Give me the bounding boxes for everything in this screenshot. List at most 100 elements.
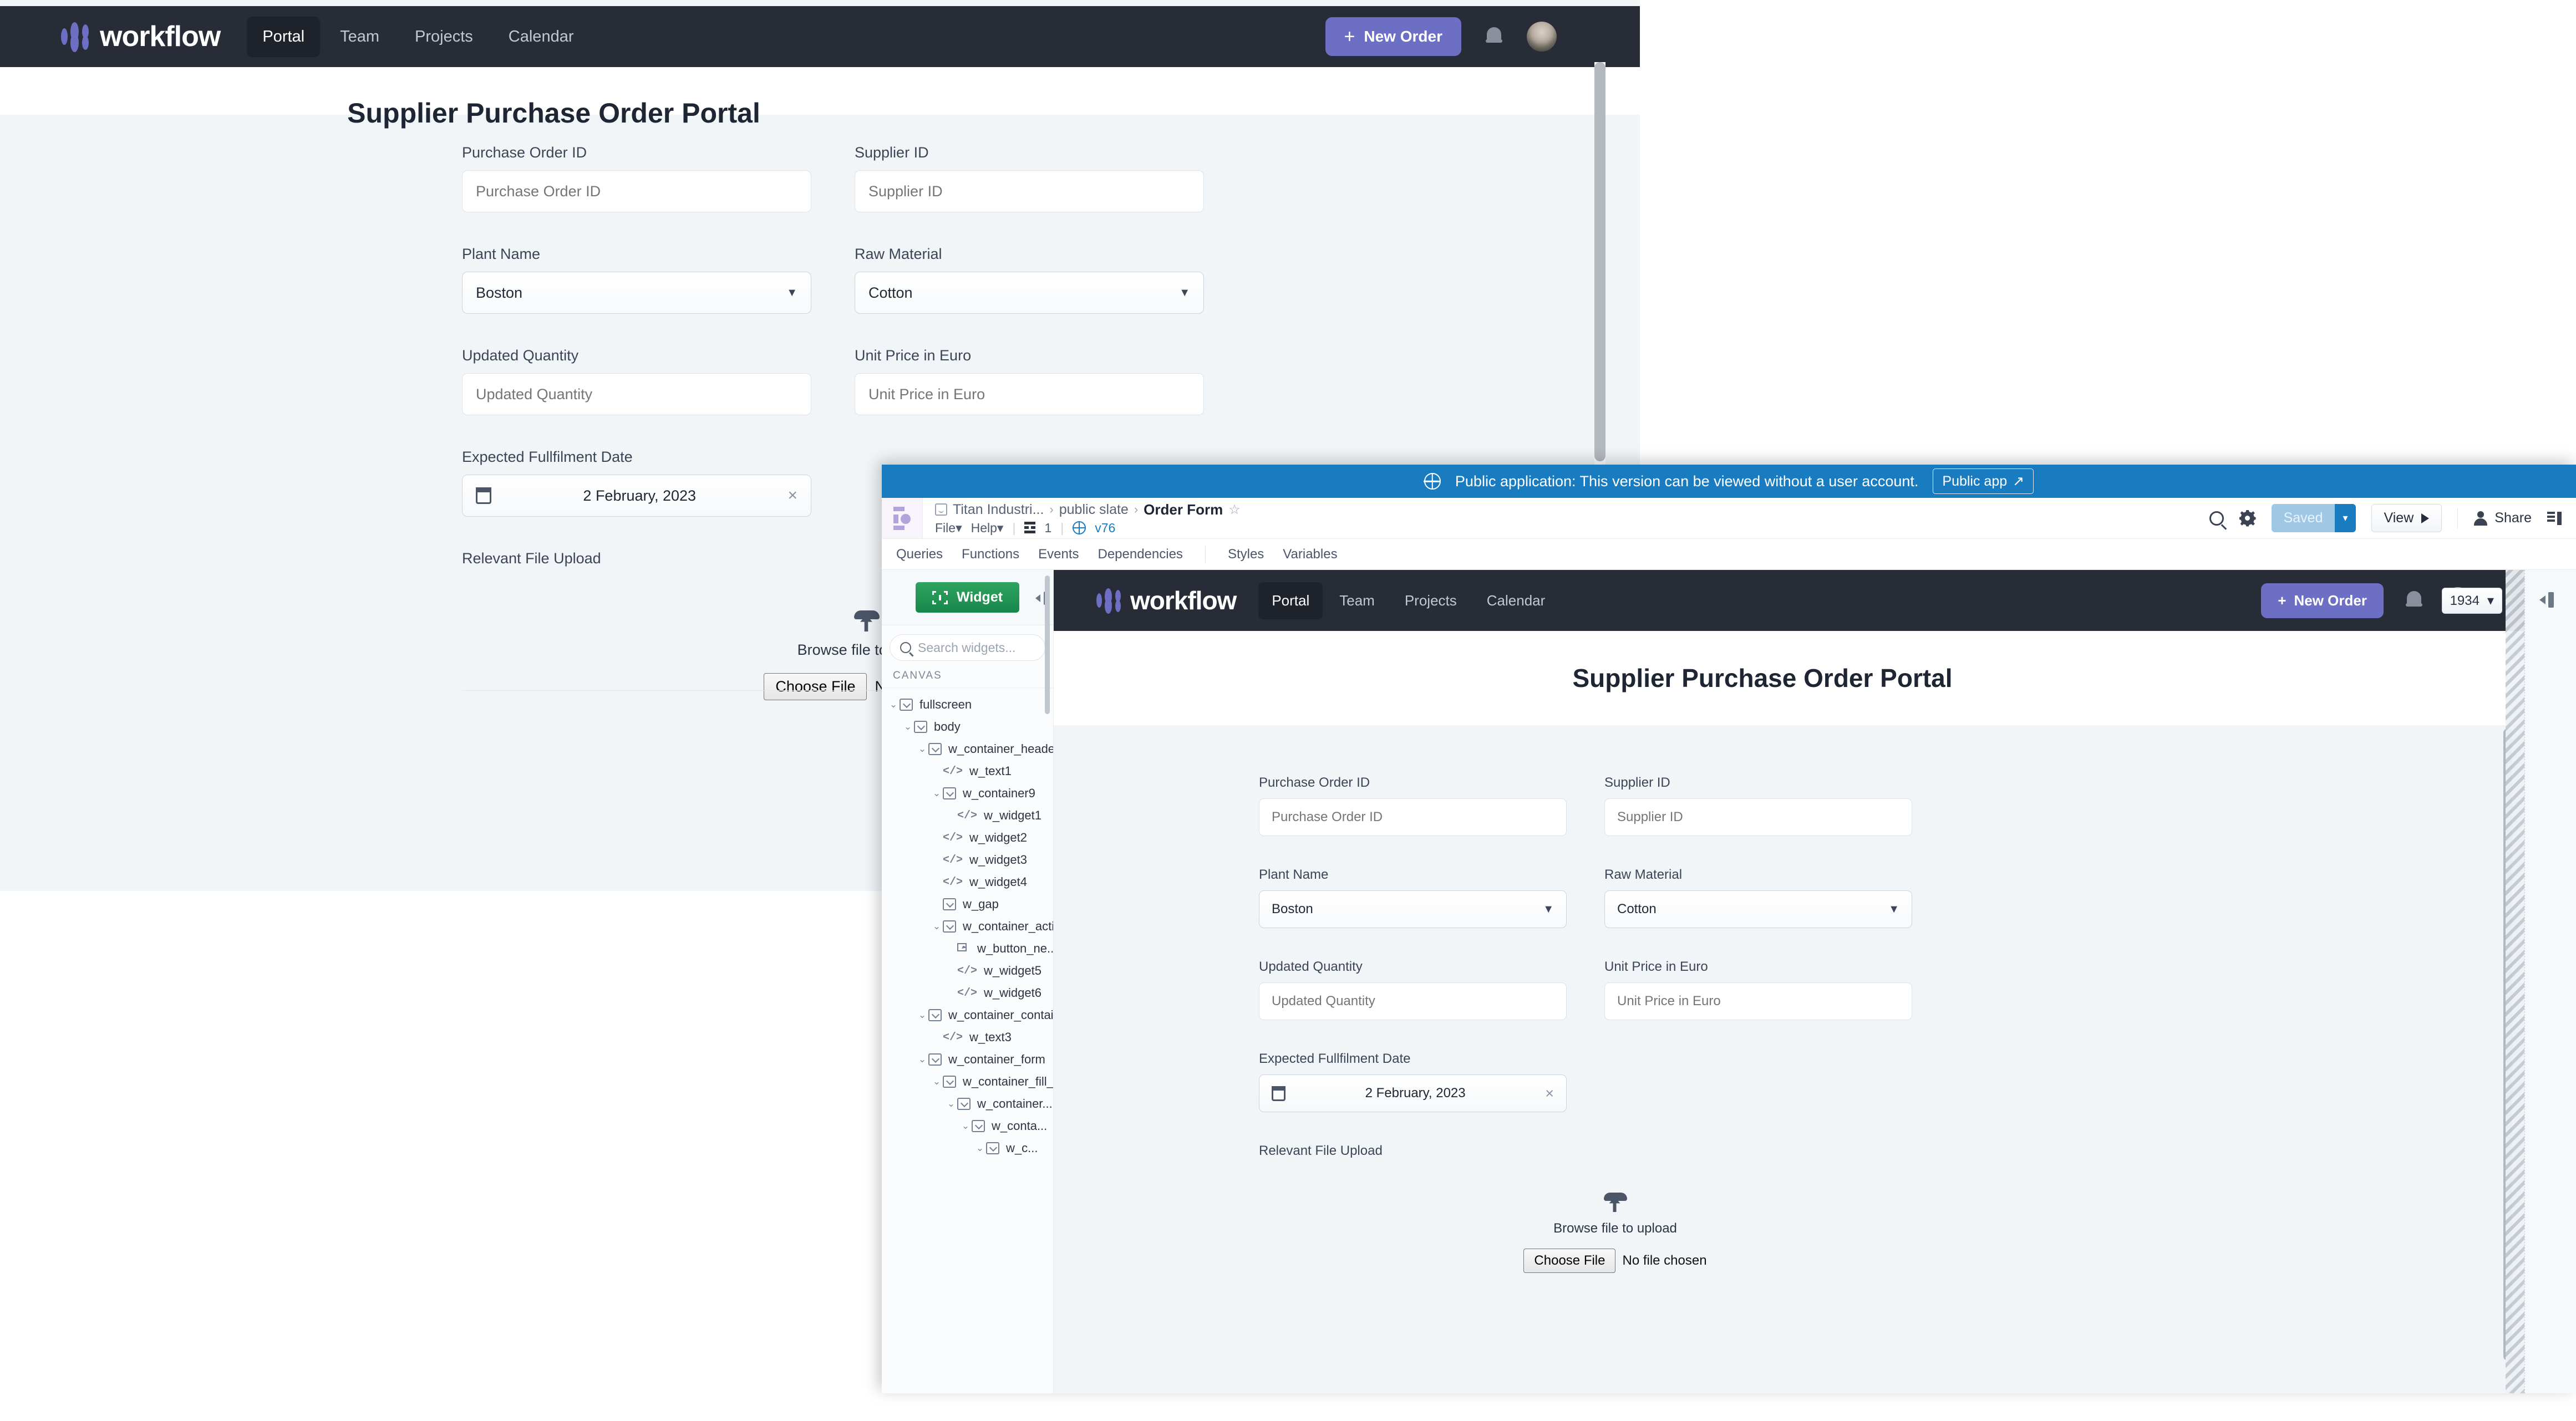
chevron-down-icon[interactable]: ⌄ xyxy=(887,699,900,710)
select-plant-name[interactable]: Boston ▼ xyxy=(462,272,811,314)
widget-tree-node[interactable]: ⌄ w_container9 xyxy=(882,782,1053,804)
container-icon xyxy=(928,743,942,755)
nav-link-calendar[interactable]: Calendar xyxy=(493,17,590,57)
add-widget-button[interactable]: Widget xyxy=(915,582,1020,613)
chevron-down-icon[interactable]: ⌄ xyxy=(916,743,928,755)
widget-tree-node[interactable]: ⌄ w_container... xyxy=(882,1093,1053,1115)
gear-icon[interactable] xyxy=(2239,510,2256,527)
tab-dependencies[interactable]: Dependencies xyxy=(1098,547,1182,562)
preview-select-raw-material[interactable]: Cotton ▼ xyxy=(1604,890,1912,928)
saved-dropdown-button[interactable]: ▾ xyxy=(2335,504,2356,532)
input-purchase-order-id[interactable] xyxy=(462,170,811,212)
breadcrumb-item-org[interactable]: Titan Industri... xyxy=(953,502,1044,518)
tab-variables[interactable]: Variables xyxy=(1283,547,1337,562)
canvas-resize-hatch[interactable] xyxy=(2506,570,2524,1393)
nav-link-projects[interactable]: Projects xyxy=(399,17,489,57)
notification-bell-icon[interactable] xyxy=(2405,589,2423,612)
app-logo-icon[interactable] xyxy=(882,498,923,538)
preview-date-picker[interactable]: 2 February, 2023 × xyxy=(1259,1074,1567,1112)
preview-input-unit-price[interactable] xyxy=(1604,982,1912,1020)
chevron-down-icon[interactable]: ⌄ xyxy=(931,921,943,932)
widget-tree-node[interactable]: ⌄ fullscreen xyxy=(882,694,1053,716)
tab-events[interactable]: Events xyxy=(1038,547,1079,562)
preview-input-updated-quantity[interactable] xyxy=(1259,982,1567,1020)
widget-tree-node[interactable]: ⌄</>w_widget1 xyxy=(882,804,1053,827)
menu-help[interactable]: Help▾ xyxy=(971,521,1004,536)
menu-file[interactable]: File▾ xyxy=(935,521,962,536)
preview-nav-link-portal[interactable]: Portal xyxy=(1258,582,1323,619)
toolbar-divider xyxy=(2457,508,2458,528)
chevron-down-icon[interactable]: ⌄ xyxy=(902,721,914,732)
tab-functions[interactable]: Functions xyxy=(962,547,1019,562)
zoom-level-selector[interactable]: 1934 ▾ xyxy=(2441,588,2502,614)
search-widgets-input[interactable]: Search widgets... xyxy=(890,634,1045,661)
search-icon[interactable] xyxy=(2209,511,2224,526)
label-expected-date: Expected Fullfilment Date xyxy=(462,449,633,465)
tab-queries[interactable]: Queries xyxy=(896,547,943,562)
preview-file-drop-zone[interactable]: Browse file to upload Choose File No fil… xyxy=(1259,1173,1972,1295)
breadcrumb-item-space[interactable]: public slate xyxy=(1059,502,1129,518)
user-avatar[interactable] xyxy=(1527,22,1557,52)
widget-tree-node[interactable]: ⌄</>w_widget2 xyxy=(882,827,1053,849)
choose-file-button[interactable]: Choose File xyxy=(764,673,867,700)
breadcrumb-current: Order Form xyxy=(1144,501,1223,518)
nav-link-team[interactable]: Team xyxy=(324,17,395,57)
widget-tree-node[interactable]: ⌄ w_container_form xyxy=(882,1048,1053,1071)
preview-nav-link-calendar[interactable]: Calendar xyxy=(1474,582,1559,619)
chevron-down-icon[interactable]: ⌄ xyxy=(916,1054,928,1065)
widget-tree-node[interactable]: ⌄ w_conta... xyxy=(882,1115,1053,1137)
preview-select-plant-name[interactable]: Boston ▼ xyxy=(1259,890,1567,928)
clear-date-icon[interactable]: × xyxy=(1545,1085,1554,1102)
label-updated-quantity: Updated Quantity xyxy=(462,347,579,364)
widget-tree-node[interactable]: ⌄</>w_text3 xyxy=(882,1026,1053,1048)
preview-new-order-button[interactable]: + New Order xyxy=(2261,583,2384,618)
date-picker-expected-date[interactable]: 2 February, 2023 × xyxy=(462,475,811,517)
share-button[interactable]: Share xyxy=(2473,510,2532,526)
version-label[interactable]: v76 xyxy=(1095,521,1115,536)
chevron-down-icon[interactable]: ⌄ xyxy=(959,1120,972,1132)
widget-tree-node-label: w_text3 xyxy=(969,1030,1012,1044)
widget-tree-node[interactable]: ⌄</>w_text1 xyxy=(882,760,1053,782)
chevron-down-icon[interactable]: ⌄ xyxy=(931,1076,943,1087)
chevron-down-icon[interactable]: ⌄ xyxy=(931,788,943,799)
widget-tree-node[interactable]: ⌄</>w_widget6 xyxy=(882,982,1053,1004)
widget-tree-node[interactable]: ⌄w_gap xyxy=(882,893,1053,915)
widget-tree-node[interactable]: ⌄ w_container_header xyxy=(882,738,1053,760)
widget-tree-node[interactable]: ⌄</>w_widget4 xyxy=(882,871,1053,893)
widget-tree-node[interactable]: ⌄ body xyxy=(882,716,1053,738)
panel-toggle-icon[interactable] xyxy=(2547,511,2562,525)
widget-tree-scrollbar[interactable] xyxy=(1045,575,1050,714)
public-app-button[interactable]: Public app ↗ xyxy=(1933,468,2034,494)
widget-tree-node[interactable]: ⌄</>w_widget5 xyxy=(882,960,1053,982)
notification-bell-icon[interactable] xyxy=(1485,26,1503,48)
preview-nav-link-projects[interactable]: Projects xyxy=(1391,582,1470,619)
preview-nav-link-team[interactable]: Team xyxy=(1326,582,1388,619)
preview-input-supplier-id[interactable] xyxy=(1604,798,1912,836)
star-icon[interactable]: ☆ xyxy=(1228,502,1241,518)
tab-styles[interactable]: Styles xyxy=(1228,547,1264,562)
grid-icon[interactable] xyxy=(1024,522,1036,534)
saved-button[interactable]: Saved xyxy=(2271,504,2335,532)
container-icon xyxy=(914,721,927,733)
widget-tree-node[interactable]: ⌄ w_container_container xyxy=(882,1004,1053,1026)
input-supplier-id[interactable] xyxy=(855,170,1204,212)
chevron-down-icon[interactable]: ⌄ xyxy=(916,1010,928,1021)
widget-tree-node[interactable]: ⌄ w_c... xyxy=(882,1137,1053,1159)
view-button[interactable]: View xyxy=(2371,504,2442,532)
preview-input-purchase-order-id[interactable] xyxy=(1259,798,1567,836)
chevron-down-icon[interactable]: ⌄ xyxy=(974,1143,986,1154)
nav-link-portal[interactable]: Portal xyxy=(247,16,321,57)
widget-tree-node[interactable]: ⌄w_button_ne... xyxy=(882,938,1053,960)
input-unit-price[interactable] xyxy=(855,373,1204,415)
preview-choose-file-button[interactable]: Choose File xyxy=(1523,1249,1616,1273)
widget-tree-node[interactable]: ⌄</>w_widget3 xyxy=(882,849,1053,871)
chevron-down-icon[interactable]: ⌄ xyxy=(945,1098,957,1109)
collapse-right-panel-icon[interactable] xyxy=(2539,592,2554,608)
widget-tree-node[interactable]: ⌄ w_container_acti... xyxy=(882,915,1053,938)
input-updated-quantity[interactable] xyxy=(462,373,811,415)
widget-tree-node[interactable]: ⌄ w_container_fill_... xyxy=(882,1071,1053,1093)
clear-date-icon[interactable]: × xyxy=(787,486,797,505)
preview-file-input-row[interactable]: Choose File No file chosen xyxy=(1523,1249,1707,1273)
select-raw-material[interactable]: Cotton ▼ xyxy=(855,272,1204,314)
new-order-button[interactable]: + New Order xyxy=(1325,17,1461,56)
